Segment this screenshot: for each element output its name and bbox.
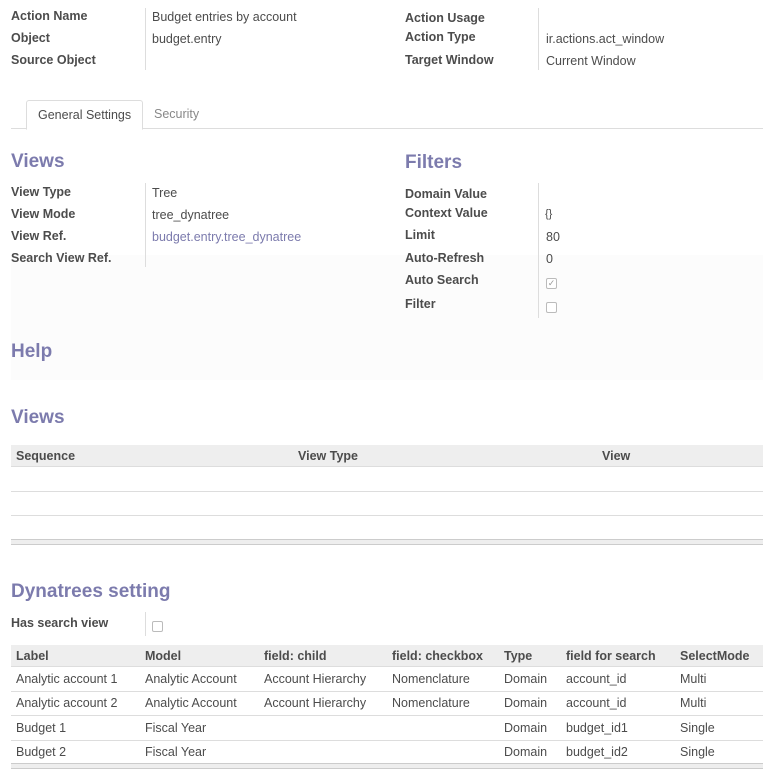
action-name-value[interactable]: Budget entries by account (152, 10, 297, 24)
table-row-empty (11, 491, 763, 516)
col-field-checkbox[interactable]: field: checkbox (392, 649, 483, 663)
divider (538, 8, 539, 70)
search-view-ref-label: Search View Ref. (11, 251, 112, 265)
cell-field-checkbox: Nomenclature (392, 672, 470, 686)
target-window-label: Target Window (405, 53, 494, 67)
help-heading: Help (11, 341, 53, 362)
cell-type: Domain (504, 720, 548, 735)
object-value[interactable]: budget.entry (152, 32, 222, 46)
view-ref-label: View Ref. (11, 229, 67, 243)
cell-type: Domain (504, 744, 548, 759)
cell-field-for-search: account_id (566, 672, 627, 686)
cell-field-for-search: budget_id2 (566, 744, 628, 759)
cell-label: Budget 2 (16, 744, 67, 759)
cell-label: Analytic account 1 (16, 672, 118, 686)
context-value[interactable]: {} (545, 208, 552, 220)
cell-selectmode: Multi (680, 696, 707, 711)
view-type-value[interactable]: Tree (152, 186, 177, 200)
cell-label: Analytic account 2 (16, 696, 118, 711)
dynatrees-heading: Dynatrees setting (11, 581, 171, 602)
filters-heading: Filters (405, 152, 463, 173)
divider (145, 612, 146, 636)
cell-field-for-search: account_id (566, 696, 627, 711)
cell-selectmode: Single (680, 720, 715, 735)
auto-refresh-label: Auto-Refresh (405, 251, 485, 265)
cell-field-checkbox: Nomenclature (392, 696, 470, 711)
table-footer (11, 763, 763, 769)
cell-model: Fiscal Year (145, 720, 207, 735)
cell-field-for-search: budget_id1 (566, 720, 628, 735)
view-mode-value[interactable]: tree_dynatree (152, 208, 229, 222)
col-label[interactable]: Label (16, 649, 49, 663)
col-sequence[interactable]: Sequence (16, 449, 75, 463)
table-row[interactable]: Analytic account 1 Analytic Account Accoun… (11, 667, 763, 692)
views-table-header: Sequence View Type View (11, 445, 763, 467)
views-heading: Views (11, 151, 65, 172)
action-usage-label: Action Usage (405, 11, 485, 25)
tab-security[interactable]: Security (143, 100, 210, 128)
cell-selectmode: Multi (680, 672, 707, 686)
action-name-label: Action Name (11, 9, 88, 23)
cell-field-child: Account Hierarchy (264, 696, 367, 711)
target-window-value[interactable]: Current Window (546, 54, 636, 68)
filter-checkbox[interactable] (546, 302, 557, 313)
context-value-label: Context Value (405, 206, 488, 220)
views-table-heading: Views (11, 407, 65, 428)
auto-search-checkbox[interactable]: ✓ (546, 278, 557, 289)
cell-label: Budget 1 (16, 720, 67, 735)
panel-background (11, 255, 763, 380)
cell-model: Analytic Account (145, 672, 237, 686)
table-footer (11, 539, 763, 545)
divider (538, 183, 539, 318)
auto-refresh-value[interactable]: 0 (546, 252, 553, 266)
object-label: Object (11, 31, 50, 45)
action-type-value[interactable]: ir.actions.act_window (546, 32, 664, 46)
divider (145, 183, 146, 267)
col-view-type[interactable]: View Type (298, 449, 358, 463)
source-object-label: Source Object (11, 53, 96, 67)
view-ref-link[interactable]: budget.entry.tree_dynatree (152, 230, 301, 244)
table-row[interactable]: Budget 1 Fiscal Year Domain budget_id1 Singl… (11, 716, 763, 741)
col-field-child[interactable]: field: child (264, 649, 327, 663)
view-mode-label: View Mode (11, 207, 76, 221)
auto-search-label: Auto Search (405, 273, 479, 287)
limit-label: Limit (405, 228, 435, 242)
cell-model: Analytic Account (145, 696, 237, 711)
col-type[interactable]: Type (504, 649, 532, 663)
action-type-label: Action Type (405, 30, 476, 44)
has-search-view-checkbox[interactable] (152, 621, 163, 632)
cell-field-child: Account Hierarchy (264, 672, 367, 686)
view-type-label: View Type (11, 185, 71, 199)
col-selectmode[interactable]: SelectMode (680, 649, 749, 663)
cell-model: Fiscal Year (145, 744, 207, 759)
col-view[interactable]: View (602, 449, 630, 463)
col-field-for-search[interactable]: field for search (566, 649, 656, 663)
table-row[interactable]: Budget 2 Fiscal Year Domain budget_id2 Singl… (11, 740, 763, 765)
divider (145, 8, 146, 70)
table-row[interactable]: Analytic account 2 Analytic Account Accoun… (11, 691, 763, 717)
domain-value-label: Domain Value (405, 187, 487, 201)
limit-value[interactable]: 80 (546, 230, 560, 244)
cell-type: Domain (504, 672, 548, 686)
cell-type: Domain (504, 696, 548, 711)
dynatrees-table-header: Label Model field: child field: checkbox… (11, 645, 763, 667)
table-row-empty (11, 467, 763, 492)
filter-label: Filter (405, 297, 436, 311)
col-model[interactable]: Model (145, 649, 181, 663)
cell-selectmode: Single (680, 744, 715, 759)
has-search-view-label: Has search view (11, 616, 109, 630)
tab-general-settings[interactable]: General Settings (26, 100, 144, 130)
